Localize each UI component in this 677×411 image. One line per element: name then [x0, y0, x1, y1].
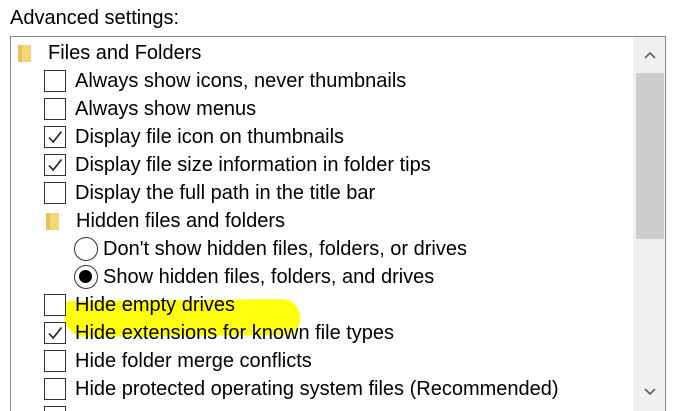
- checkbox[interactable]: [44, 98, 66, 120]
- tree-checkbox-hide-folder-merge[interactable]: Hide folder merge conflicts: [44, 347, 312, 375]
- advanced-settings-label: Advanced settings:: [10, 7, 179, 29]
- tree-checkbox-display-file-icon[interactable]: Display file icon on thumbnails: [44, 123, 344, 151]
- tree-checkbox-always-show-icons[interactable]: Always show icons, never thumbnails: [44, 67, 406, 95]
- checkmark-icon: [48, 159, 63, 172]
- tree-item-label: Hidden files and folders: [76, 210, 286, 232]
- chevron-down-icon: [643, 388, 656, 396]
- radio-button-selected[interactable]: [74, 265, 98, 289]
- checkbox[interactable]: [44, 350, 66, 372]
- checkbox-checked[interactable]: [44, 154, 66, 176]
- tree-radio-dont-show-hidden[interactable]: Don't show hidden files, folders, or dri…: [74, 235, 467, 263]
- scroll-up-button[interactable]: [633, 37, 665, 73]
- tree-folder-hidden-files-and-folders: Hidden files and folders: [46, 207, 285, 235]
- checkbox-checked[interactable]: [44, 322, 66, 344]
- scroll-thumb[interactable]: [636, 73, 664, 239]
- checkbox[interactable]: [44, 406, 66, 411]
- checkbox[interactable]: [44, 294, 66, 316]
- tree-item-label: Always show menus: [75, 98, 257, 120]
- tree-item-label: Always show icons, never thumbnails: [75, 70, 407, 92]
- vertical-scrollbar[interactable]: [633, 37, 665, 411]
- tree-viewport: Files and Folders Always show icons, nev…: [11, 37, 633, 411]
- checkmark-icon: [48, 131, 63, 144]
- tree-item-label: Show hidden files, folders, and drives: [103, 266, 435, 288]
- tree-checkbox-always-show-menus[interactable]: Always show menus: [44, 95, 256, 123]
- tree-checkbox-hide-empty-drives[interactable]: Hide empty drives: [44, 291, 235, 319]
- checkbox[interactable]: [44, 70, 66, 92]
- tree-item-label: Hide empty drives: [75, 294, 236, 316]
- checkbox[interactable]: [44, 182, 66, 204]
- tree-folder-files-and-folders: Files and Folders: [18, 39, 201, 67]
- tree-item-label: Display file icon on thumbnails: [75, 126, 345, 148]
- scroll-down-button[interactable]: [633, 374, 665, 410]
- advanced-settings-tree[interactable]: Files and Folders Always show icons, nev…: [10, 36, 666, 411]
- folder-icon: [46, 212, 59, 230]
- tree-radio-show-hidden[interactable]: Show hidden files, folders, and drives: [74, 263, 434, 291]
- folder-icon: [18, 44, 31, 62]
- tree-checkbox-hide-extensions[interactable]: Hide extensions for known file types: [44, 319, 394, 347]
- tree-row-partial[interactable]: [44, 403, 75, 411]
- tree-checkbox-hide-protected-os-files[interactable]: Hide protected operating system files (R…: [44, 375, 559, 403]
- tree-item-label: Don't show hidden files, folders, or dri…: [103, 238, 467, 260]
- checkbox[interactable]: [44, 378, 66, 400]
- chevron-up-icon: [643, 51, 656, 59]
- tree-item-label: Files and Folders: [48, 42, 202, 64]
- radio-button[interactable]: [74, 237, 98, 261]
- checkmark-icon: [48, 327, 63, 340]
- tree-item-label: Display the full path in the title bar: [75, 182, 376, 204]
- tree-item-label: Hide folder merge conflicts: [75, 350, 312, 372]
- tree-item-label: Display file size information in folder …: [75, 154, 431, 176]
- tree-item-label: Hide extensions for known file types: [75, 322, 395, 344]
- radio-dot-icon: [79, 270, 92, 283]
- tree-checkbox-display-full-path[interactable]: Display the full path in the title bar: [44, 179, 375, 207]
- tree-checkbox-display-file-size[interactable]: Display file size information in folder …: [44, 151, 431, 179]
- tree-item-label: Hide protected operating system files (R…: [75, 378, 559, 400]
- checkbox-checked[interactable]: [44, 126, 66, 148]
